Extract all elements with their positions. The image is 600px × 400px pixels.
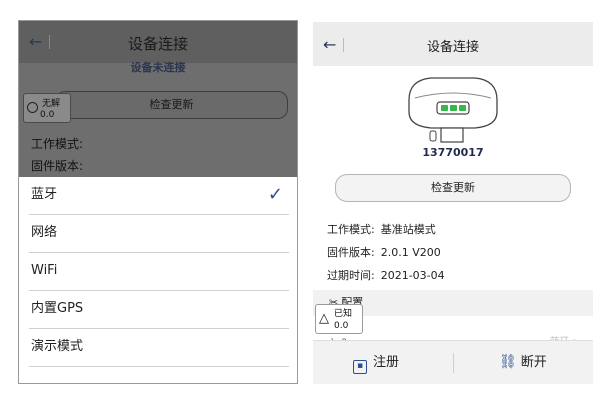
bottom-action-bar: ▪ 注册 ⛓ 断开 — [313, 340, 593, 384]
page-title: 设备连接 — [426, 40, 479, 55]
connection-status-text: 设备未连接 — [130, 61, 186, 74]
gnss-status-badge[interactable]: △ 已知 0.0 — [315, 304, 363, 334]
page-title: 设备连接 — [127, 35, 188, 53]
register-label: 注册 — [373, 355, 400, 370]
option-internal-gps[interactable]: 内置GPS — [29, 291, 289, 329]
badge-label: 已知 — [334, 309, 353, 319]
id-card-icon: ▪ — [353, 360, 367, 374]
left-phone-screen: ← 设备连接 设备未连接 检查更新 无解 0.0 工作模式: 固件版本: 蓝牙 … — [18, 20, 298, 384]
work-mode-label: 工作模式: — [327, 223, 375, 236]
triangle-icon: △ — [319, 311, 329, 326]
firmware-version-label: 固件版本: — [31, 159, 84, 173]
firmware-row: 固件版本: 2.0.1 V200 — [327, 244, 441, 260]
right-phone-screen: ← 设备连接 13770017 检查更新 工作模式: 基准站模式 固件版本: 2.0… — [313, 22, 593, 384]
gnss-status-badge[interactable]: 无解 0.0 — [23, 93, 71, 123]
work-mode-value: 基准站模式 — [380, 223, 436, 236]
circle-icon — [27, 102, 38, 113]
option-label: 网络 — [31, 225, 58, 240]
firmware-value: 2.0.1 V200 — [380, 246, 441, 259]
firmware-label: 固件版本: — [327, 246, 375, 259]
badge-label: 无解 — [42, 99, 61, 109]
check-update-button[interactable]: 检查更新 — [55, 91, 288, 119]
option-wifi[interactable]: WiFi — [29, 253, 289, 291]
option-label: 内置GPS — [31, 301, 84, 316]
option-network[interactable]: 网络 — [29, 215, 289, 253]
disconnect-label: 断开 — [520, 355, 547, 370]
badge-value: 0.0 — [334, 321, 349, 331]
bottom-divider — [453, 353, 454, 373]
option-bluetooth[interactable]: 蓝牙 ✓ — [29, 177, 289, 215]
expiry-value: 2021-03-04 — [380, 269, 445, 282]
broken-link-icon: ⛓ — [499, 354, 517, 370]
connection-type-sheet: 蓝牙 ✓ 网络 WiFi 内置GPS 演示模式 — [19, 177, 297, 383]
device-serial-number: 13770017 — [422, 146, 484, 159]
option-label: 演示模式 — [31, 339, 84, 354]
work-mode-label: 工作模式: — [31, 137, 84, 151]
option-label: 蓝牙 — [31, 187, 58, 202]
checkmark-icon: ✓ — [267, 184, 283, 205]
badge-value: 0.0 — [40, 110, 55, 120]
header-bar: ← 设备连接 — [19, 21, 297, 63]
register-button[interactable]: ▪ 注册 — [353, 351, 399, 374]
disconnect-button[interactable]: ⛓ 断开 — [499, 351, 547, 370]
option-label: WiFi — [31, 263, 58, 278]
work-mode-row: 工作模式: 基准站模式 — [327, 221, 436, 237]
option-demo-mode[interactable]: 演示模式 — [29, 329, 289, 367]
expiry-row: 过期时间: 2021-03-04 — [327, 267, 445, 283]
expiry-label: 过期时间: — [327, 269, 375, 282]
check-update-button[interactable]: 检查更新 — [335, 174, 571, 202]
header-bar: ← 设备连接 — [313, 22, 593, 66]
